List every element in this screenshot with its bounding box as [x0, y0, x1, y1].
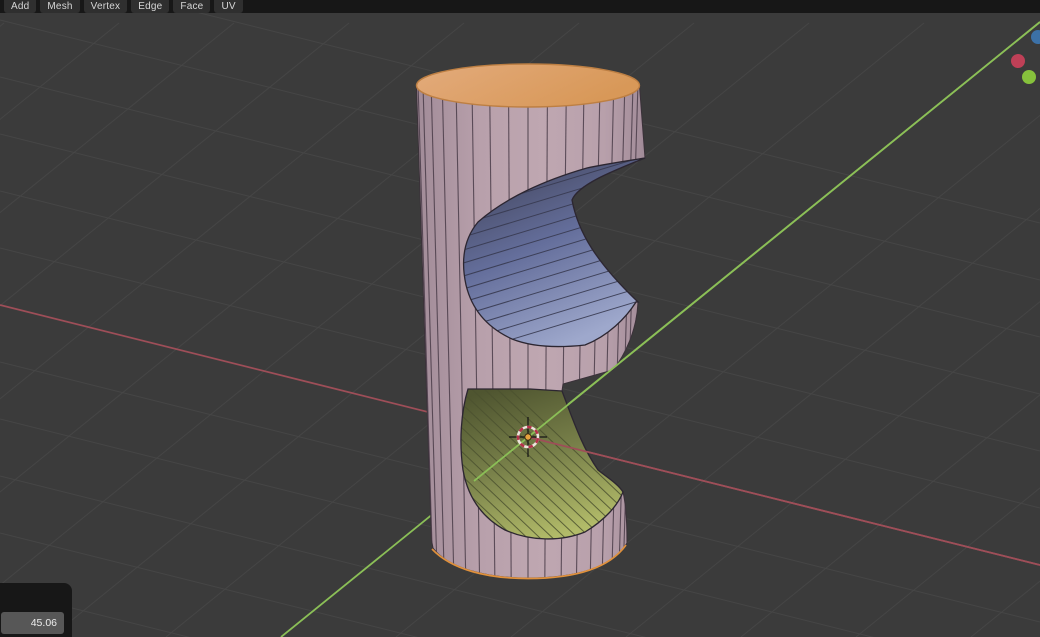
blender-3d-viewport[interactable]: Add Mesh Vertex Edge Face UV 45.06: [0, 0, 1040, 637]
menu-uv[interactable]: UV: [214, 0, 242, 13]
edit-mode-menubar: Add Mesh Vertex Edge Face UV: [0, 0, 1040, 13]
viewport-scene[interactable]: [0, 0, 1040, 637]
menu-add[interactable]: Add: [4, 0, 36, 13]
menu-edge[interactable]: Edge: [131, 0, 169, 13]
y-axis-ball[interactable]: [1022, 70, 1036, 84]
cylinder-top-cap: [417, 64, 640, 107]
x-axis-ball[interactable]: [1011, 54, 1025, 68]
operator-value-field[interactable]: 45.06: [1, 612, 64, 634]
menu-mesh[interactable]: Mesh: [40, 0, 79, 13]
menu-face[interactable]: Face: [173, 0, 210, 13]
menu-vertex[interactable]: Vertex: [84, 0, 128, 13]
operator-adjust-panel[interactable]: 45.06: [0, 583, 72, 637]
